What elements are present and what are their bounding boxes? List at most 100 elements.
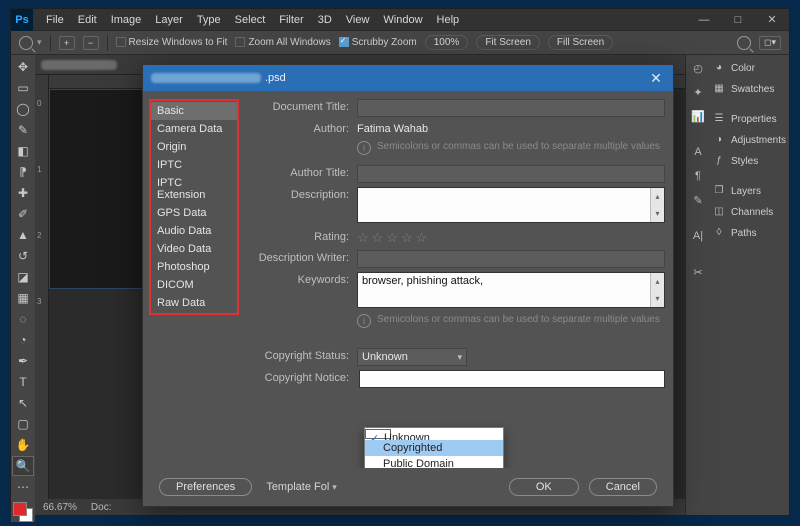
tool-lasso[interactable]: ◯ (12, 99, 34, 119)
tool-path[interactable]: ↖ (12, 393, 34, 413)
category-raw-data[interactable]: Raw Data (151, 294, 237, 312)
panel-channels[interactable]: ◫Channels (710, 203, 786, 221)
foreground-color[interactable] (13, 502, 27, 516)
tool-shape[interactable]: ▢ (12, 414, 34, 434)
value-author[interactable]: Fatima Wahab (357, 121, 665, 135)
panel-adjustments[interactable]: ◑Adjustments (710, 131, 786, 149)
zoom-in-button[interactable]: + (59, 36, 75, 50)
spin-down-icon[interactable]: ▾ (650, 290, 664, 307)
window-close[interactable]: ✕ (755, 9, 789, 31)
tool-edit-toolbar[interactable]: ⋯ (12, 477, 34, 497)
option-copyrighted[interactable]: Copyrighted (365, 440, 503, 456)
input-description-writer[interactable] (357, 250, 665, 268)
menu-window[interactable]: Window (376, 11, 429, 29)
tool-pen[interactable]: ✒ (12, 351, 34, 371)
panel-styles[interactable]: ƒStyles (710, 152, 786, 170)
menu-3d[interactable]: 3D (311, 11, 339, 29)
character-panel-icon[interactable]: A (689, 143, 707, 161)
input-copyright-notice[interactable] (359, 370, 665, 388)
scrubby-zoom-checkbox[interactable]: Scrubby Zoom (339, 37, 417, 48)
category-iptc-extension[interactable]: IPTC Extension (151, 174, 237, 204)
window-minimize[interactable]: — (687, 9, 721, 31)
category-basic[interactable]: Basic (151, 102, 237, 120)
status-zoom[interactable]: 66.67% (43, 502, 77, 513)
spin-up-icon[interactable]: ▴ (650, 188, 664, 205)
tool-dodge[interactable]: ◔ (12, 330, 34, 350)
menu-view[interactable]: View (339, 11, 377, 29)
cancel-button[interactable]: Cancel (589, 478, 657, 496)
workspace-switcher[interactable]: ◻▾ (759, 36, 781, 50)
paragraph-panel-icon[interactable]: ¶ (689, 167, 707, 185)
textarea-keywords[interactable] (358, 273, 650, 307)
tool-marquee[interactable]: ▭ (12, 78, 34, 98)
category-iptc[interactable]: IPTC (151, 156, 237, 174)
preferences-button[interactable]: Preferences (159, 478, 252, 496)
tool-type[interactable]: T (12, 372, 34, 392)
tool-gradient[interactable]: ▦ (12, 288, 34, 308)
tool-brush[interactable]: ✐ (12, 204, 34, 224)
panel-swatches[interactable]: ▦Swatches (710, 80, 786, 98)
menu-image[interactable]: Image (104, 11, 149, 29)
tool-stamp[interactable]: ▲ (12, 225, 34, 245)
brush-panel-icon[interactable]: ✎ (689, 191, 707, 209)
menu-filter[interactable]: Filter (272, 11, 310, 29)
panel-layers[interactable]: ❒Layers (710, 182, 786, 200)
chart-icon[interactable]: 📊 (689, 107, 707, 125)
template-folder-link[interactable]: Template Fol▾ (266, 481, 337, 493)
star-3[interactable]: ☆ (386, 230, 398, 246)
resize-windows-checkbox[interactable]: Resize Windows to Fit (116, 37, 228, 48)
glyph-panel-icon[interactable]: A| (689, 227, 707, 245)
status-doc[interactable]: Doc: (91, 502, 112, 513)
menu-edit[interactable]: Edit (71, 11, 104, 29)
actions-panel-icon[interactable]: ✂ (689, 263, 707, 281)
panel-paths[interactable]: ◊Paths (710, 224, 786, 242)
tool-healing[interactable]: ✚ (12, 183, 34, 203)
tool-hand[interactable]: ✋ (12, 435, 34, 455)
category-camera-data[interactable]: Camera Data (151, 120, 237, 138)
dialog-close-button[interactable]: ✕ (647, 69, 665, 87)
zoom-tool-icon[interactable] (19, 36, 33, 50)
star-4[interactable]: ☆ (401, 230, 413, 246)
menu-type[interactable]: Type (190, 11, 228, 29)
menu-layer[interactable]: Layer (148, 11, 190, 29)
input-author-title[interactable] (357, 165, 665, 183)
tool-zoom[interactable]: 🔍 (12, 456, 34, 476)
option-public-domain[interactable]: Public Domain (365, 456, 503, 468)
category-dicom[interactable]: DICOM (151, 276, 237, 294)
star-1[interactable]: ☆ (357, 230, 369, 246)
color-swatches[interactable] (13, 502, 33, 522)
category-gps-data[interactable]: GPS Data (151, 204, 237, 222)
category-audio-data[interactable]: Audio Data (151, 222, 237, 240)
textarea-description[interactable] (358, 188, 650, 222)
option-unknown[interactable]: Unknown (365, 429, 391, 439)
zoom-all-checkbox[interactable]: Zoom All Windows (235, 37, 330, 48)
document-tab[interactable] (41, 60, 117, 70)
search-icon[interactable] (737, 36, 751, 50)
tool-history-brush[interactable]: ↺ (12, 246, 34, 266)
input-document-title[interactable] (357, 99, 665, 117)
category-photoshop[interactable]: Photoshop (151, 258, 237, 276)
ok-button[interactable]: OK (509, 478, 579, 496)
category-video-data[interactable]: Video Data (151, 240, 237, 258)
history-panel-icon[interactable]: ◴ (689, 59, 707, 77)
zoom-100-button[interactable]: 100% (425, 35, 469, 50)
window-maximize[interactable]: □ (721, 9, 755, 31)
tool-preset-dropdown[interactable]: ▾ (37, 37, 42, 48)
menu-file[interactable]: File (39, 11, 71, 29)
select-copyright-status[interactable]: Unknown ▾ (357, 348, 467, 366)
fill-screen-button[interactable]: Fill Screen (548, 35, 613, 50)
zoom-out-button[interactable]: − (83, 36, 99, 50)
spin-down-icon[interactable]: ▾ (650, 205, 664, 222)
spin-up-icon[interactable]: ▴ (650, 273, 664, 290)
menu-help[interactable]: Help (430, 11, 467, 29)
tool-eyedropper[interactable]: ⁋ (12, 162, 34, 182)
tool-eraser[interactable]: ◪ (12, 267, 34, 287)
tool-crop[interactable]: ◧ (12, 141, 34, 161)
star-2[interactable]: ☆ (372, 230, 384, 246)
panel-properties[interactable]: ☰Properties (710, 110, 786, 128)
dialog-titlebar[interactable]: .psd ✕ (143, 65, 673, 91)
menu-select[interactable]: Select (228, 11, 273, 29)
panel-color[interactable]: ◕Color (710, 59, 786, 77)
tool-move[interactable]: ✥ (12, 57, 34, 77)
fit-screen-button[interactable]: Fit Screen (476, 35, 540, 50)
